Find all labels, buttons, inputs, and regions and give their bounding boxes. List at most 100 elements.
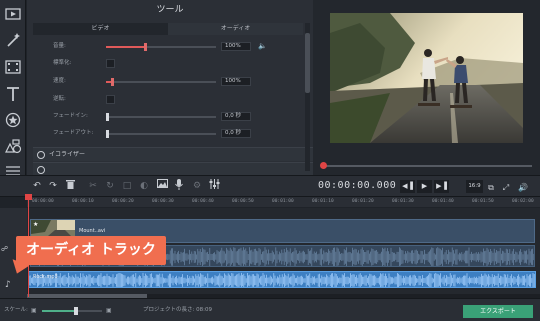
ruler-tick: 00:01:00 <box>272 199 294 204</box>
project-length: プロジェクトの長さ: 08:09 <box>143 307 212 313</box>
zoom-in-icon[interactable]: ▣ <box>106 299 112 321</box>
fade-in-slider-knob[interactable] <box>106 113 109 121</box>
normalize-label: 標準化: <box>53 60 72 66</box>
play-icon[interactable]: ▶ <box>417 180 432 193</box>
speaker-icon[interactable]: 🔈 <box>258 42 267 50</box>
tools-panel: ツール ビデオ オーディオ 音量: 100% 🔈 標準化: 速度: 100% 逆… <box>27 0 325 175</box>
undo-icon[interactable]: ↶ <box>30 179 44 194</box>
ruler-tick: 00:00:20 <box>112 199 134 204</box>
volume-label: 音量: <box>53 43 66 49</box>
audio-track-callout: オーディオ トラック <box>16 236 166 265</box>
cut-icon[interactable]: ✂ <box>86 179 100 194</box>
radio-circle-icon <box>37 151 45 159</box>
tab-video[interactable]: ビデオ <box>33 23 168 35</box>
audio-clip-label: Rock.mp3 <box>33 274 58 280</box>
music-note-icon: ♪ <box>5 280 11 290</box>
previous-frame-icon[interactable]: ◀▐ <box>400 180 415 193</box>
export-button[interactable]: エクスポート <box>463 305 533 318</box>
magic-wand-icon[interactable] <box>3 30 23 50</box>
volume-value[interactable]: 100% <box>221 42 251 51</box>
fade-out-value[interactable]: 0,0 秒 <box>221 129 251 138</box>
equalizer-label: イコライザー <box>49 151 86 158</box>
audio-track-clip[interactable]: Rock.mp3 <box>28 271 536 288</box>
tab-audio[interactable]: オーディオ <box>168 23 303 35</box>
fade-out-slider-knob[interactable] <box>106 130 109 138</box>
reverse-checkbox[interactable] <box>106 95 115 104</box>
ruler-tick: 00:01:30 <box>392 199 414 204</box>
ruler-tick: 00:00:30 <box>152 199 174 204</box>
ruler-tick: 00:00:50 <box>232 199 254 204</box>
fade-out-slider[interactable] <box>106 130 216 138</box>
speed-slider-knob[interactable] <box>110 78 114 86</box>
color-adjust-icon[interactable]: ◐ <box>137 179 151 194</box>
ruler-tick: 00:01:10 <box>312 199 334 204</box>
zoom-slider[interactable] <box>42 307 102 315</box>
ruler-tick: 00:00:10 <box>72 199 94 204</box>
aspect-ratio-button[interactable]: 16:9 <box>466 180 483 193</box>
fade-out-row: フェードアウト: 0,0 秒 <box>33 128 303 139</box>
delete-icon[interactable] <box>63 179 77 194</box>
preview-progress-knob[interactable] <box>320 162 327 169</box>
fullscreen-icon[interactable]: ⤢ <box>500 180 512 195</box>
reverse-row: 逆転: <box>33 94 303 105</box>
link-icon[interactable]: ☍ <box>1 245 8 253</box>
volume-slider-fill <box>106 46 145 48</box>
timecode-display: 00:00:00.000 <box>318 180 397 191</box>
filter-icon[interactable] <box>3 57 23 77</box>
preview-progress-bar[interactable] <box>320 162 532 169</box>
ruler-tick: 00:01:40 <box>432 199 454 204</box>
fade-in-slider[interactable] <box>106 113 216 121</box>
equalizer-section[interactable]: イコライザー » <box>33 147 325 161</box>
image-icon[interactable] <box>155 179 169 194</box>
fade-in-value[interactable]: 0,0 秒 <box>221 112 251 121</box>
panel-title: ツール <box>156 5 184 15</box>
star-icon: ★ <box>33 221 39 228</box>
rotate-icon[interactable]: ↻ <box>103 179 117 194</box>
ruler-tick: 00:01:50 <box>472 199 494 204</box>
speed-label: 速度: <box>53 78 66 84</box>
ruler-tick: 00:01:20 <box>352 199 374 204</box>
preview-pane <box>313 0 540 175</box>
reverse-label: 逆転: <box>53 96 66 102</box>
timeline-ruler[interactable]: 00:00:00 00:00:10 00:00:20 00:00:30 00:0… <box>27 197 540 207</box>
ruler-tick: 00:02:00 <box>512 199 534 204</box>
panel-tabs: ビデオ オーディオ <box>33 23 303 35</box>
fade-out-label: フェードアウト: <box>53 130 94 136</box>
speed-slider[interactable] <box>106 78 216 86</box>
volume-row: 音量: 100% 🔈 <box>33 41 303 52</box>
normalize-checkbox[interactable] <box>106 59 115 68</box>
equalizer-sliders-icon[interactable] <box>207 179 221 194</box>
radio-circle-icon <box>37 166 45 174</box>
speed-value[interactable]: 100% <box>221 77 251 86</box>
panel-scrollbar[interactable] <box>305 23 310 171</box>
playhead-handle[interactable] <box>25 194 32 200</box>
fade-in-label: フェードイン: <box>53 113 88 119</box>
redo-icon[interactable]: ↷ <box>46 179 60 194</box>
import-media-icon[interactable] <box>3 4 23 24</box>
ruler-tick: 00:00:40 <box>192 199 214 204</box>
crop-icon[interactable]: □ <box>120 179 134 194</box>
volume-slider-knob[interactable] <box>143 43 147 51</box>
zoom-slider-fill <box>42 310 77 312</box>
app-window: ツール ビデオ オーディオ 音量: 100% 🔈 標準化: 速度: 100% 逆… <box>0 0 540 321</box>
volume-slider[interactable] <box>106 43 216 51</box>
video-preview-image <box>330 13 523 143</box>
panel-scrollbar-thumb[interactable] <box>305 33 310 93</box>
settings-gear-icon[interactable]: ⚙ <box>190 179 204 194</box>
zoom-out-icon[interactable]: ▣ <box>31 299 37 321</box>
fade-in-row: フェードイン: 0,0 秒 <box>33 111 303 122</box>
ruler-tick: 00:00:00 <box>32 199 54 204</box>
microphone-icon[interactable] <box>172 179 186 194</box>
waveform-graphic <box>29 272 535 287</box>
video-clip-label: Mount..avi <box>79 228 106 234</box>
next-frame-icon[interactable]: ▶▐ <box>434 180 449 193</box>
detach-preview-icon[interactable]: ⧉ <box>485 180 497 195</box>
zoom-slider-knob[interactable] <box>74 307 79 315</box>
normalize-row: 標準化: <box>33 58 303 69</box>
tool-strip <box>0 0 26 176</box>
transitions-icon[interactable] <box>3 136 23 156</box>
volume-icon[interactable]: 🔊 <box>516 180 530 195</box>
titles-icon[interactable] <box>3 84 23 104</box>
stickers-icon[interactable] <box>3 110 23 130</box>
next-section[interactable]: » <box>33 162 325 175</box>
